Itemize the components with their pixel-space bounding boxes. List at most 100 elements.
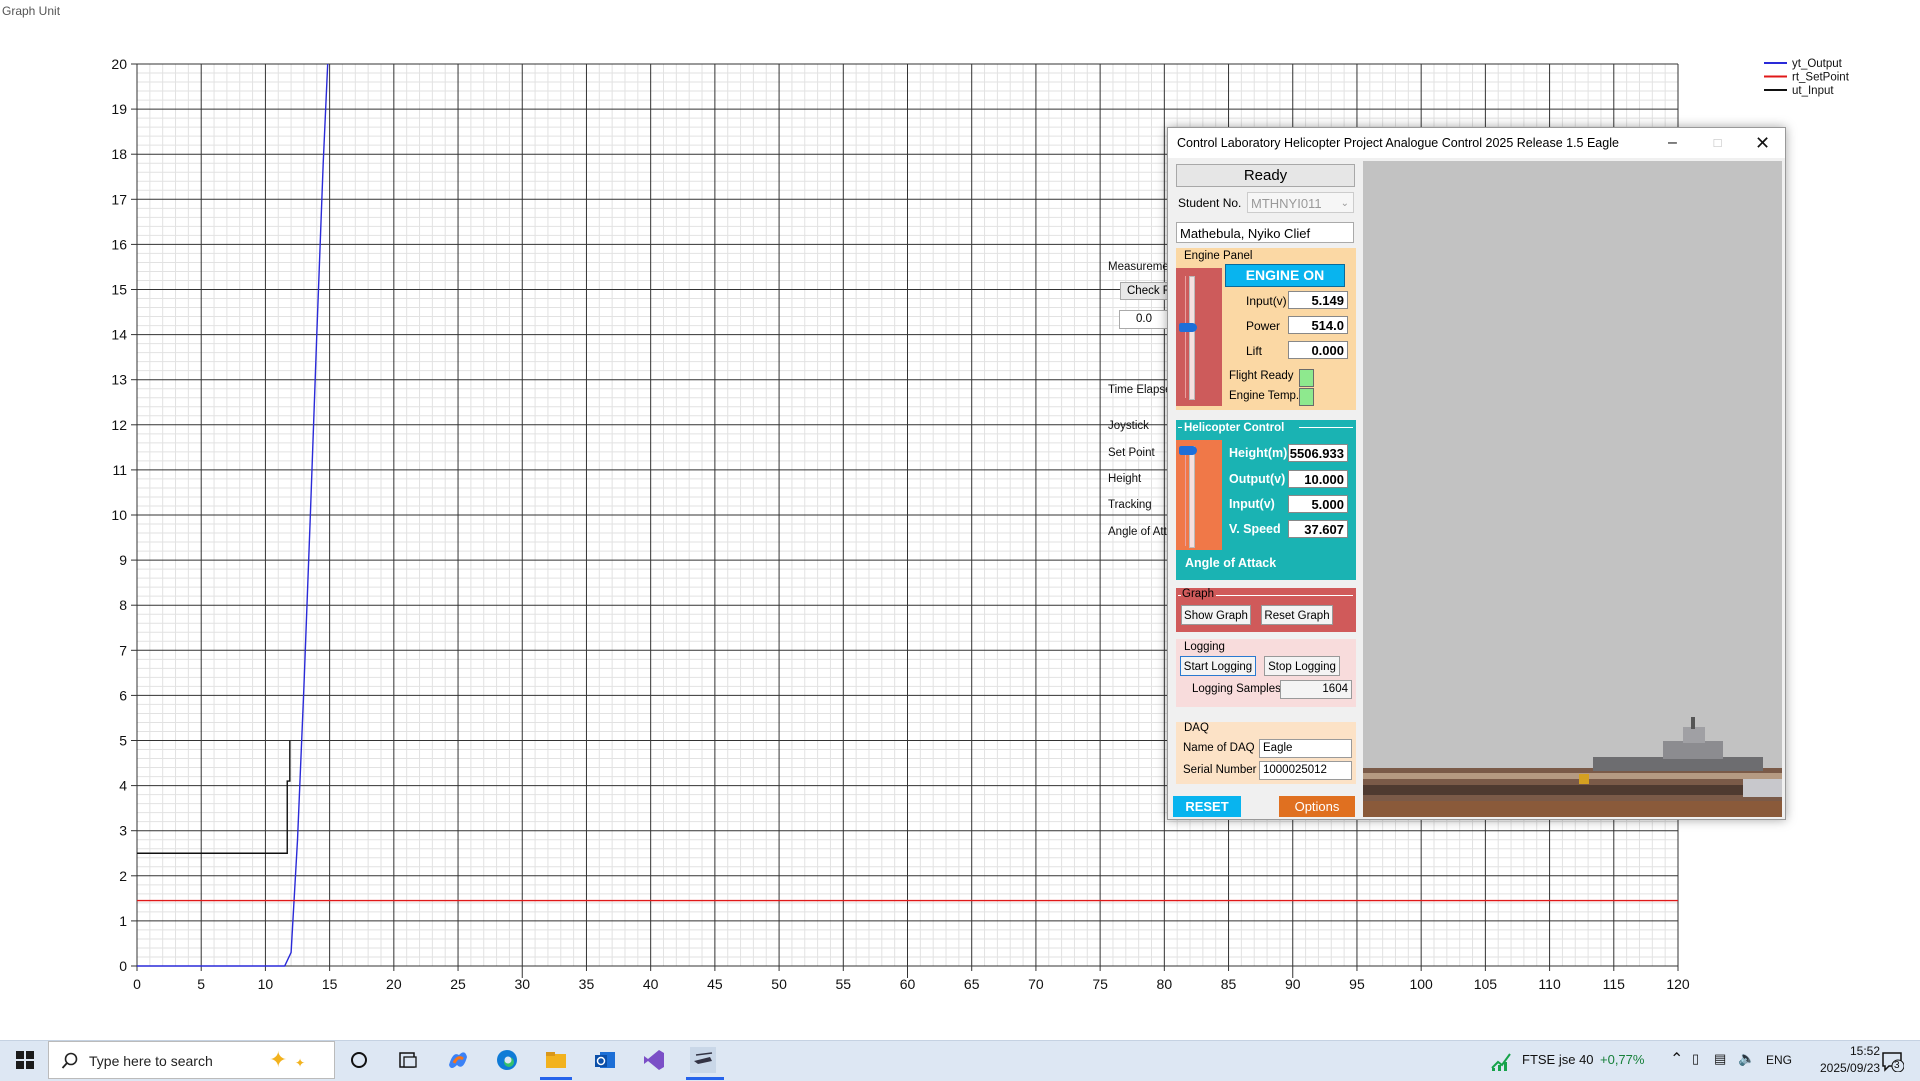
task-view-icon[interactable] (395, 1047, 421, 1073)
volume-icon[interactable]: 🔈 (1738, 1050, 1755, 1067)
minimize-button[interactable]: – (1650, 128, 1695, 158)
x-tick-label: 5 (197, 976, 205, 992)
engine-power-label: Power (1246, 319, 1281, 333)
output-v-label: Output(v) (1229, 472, 1286, 486)
helicopter-app-taskbar-icon[interactable] (690, 1047, 716, 1073)
engine-power-value: 514.0 (1288, 316, 1348, 334)
group-border (1178, 595, 1181, 596)
engine-on-button[interactable]: ENGINE ON (1225, 264, 1345, 287)
y-tick-label: 16 (111, 236, 127, 252)
x-tick-label: 80 (1157, 976, 1173, 992)
copilot-icon[interactable] (445, 1047, 471, 1073)
x-tick-label: 70 (1028, 976, 1044, 992)
heli-input-value: 5.000 (1288, 495, 1348, 513)
x-tick-label: 45 (707, 976, 723, 992)
x-tick-label: 55 (836, 976, 852, 992)
engine-temp-indicator (1299, 388, 1314, 406)
x-tick-label: 75 (1092, 976, 1108, 992)
group-border (1178, 427, 1182, 428)
clock-date[interactable]: 2025/09/23 (1820, 1061, 1880, 1075)
legend-label: rt_SetPoint (1792, 72, 1850, 84)
student-no-label: Student No. (1178, 196, 1242, 210)
heli-slider-thumb[interactable] (1179, 446, 1197, 455)
x-tick-label: 30 (514, 976, 530, 992)
student-name-field: Mathebula, Nyiko Clief (1176, 222, 1354, 243)
student-no-select[interactable]: MTHNYI011 ⌄ (1247, 192, 1354, 213)
logging-panel-title: Logging (1184, 641, 1225, 653)
copilot-sparkle-icon: ✦ (269, 1047, 288, 1072)
measurement-label: Measuremen (1108, 261, 1176, 273)
reset-button[interactable]: RESET (1173, 796, 1241, 817)
stock-change: +0,77% (1600, 1052, 1645, 1067)
x-tick-label: 20 (386, 976, 402, 992)
y-tick-label: 10 (111, 507, 127, 523)
x-tick-label: 40 (643, 976, 659, 992)
graph-panel-title: Graph (1182, 588, 1214, 600)
chevron-down-icon: ⌄ (1340, 198, 1349, 209)
tracking-label: Tracking (1108, 499, 1152, 511)
helicopter-control-window: Control Laboratory Helicopter Project An… (1167, 127, 1786, 820)
graph-panel: Graph Show Graph Reset Graph (1176, 588, 1356, 632)
heli-input-label: Input(v) (1229, 497, 1275, 511)
engine-panel: Engine Panel ENGINE ON Input(v) 5.149 Po… (1176, 248, 1356, 410)
show-graph-button[interactable]: Show Graph (1181, 605, 1251, 625)
x-tick-label: 0 (133, 976, 141, 992)
y-tick-label: 13 (111, 372, 127, 388)
language-indicator[interactable]: ENG (1766, 1053, 1792, 1067)
windows-logo-icon (16, 1051, 34, 1069)
outlook-icon[interactable] (592, 1047, 618, 1073)
engine-slider-thumb[interactable] (1179, 323, 1197, 333)
engine-panel-title: Engine Panel (1184, 250, 1253, 262)
group-border (1216, 595, 1353, 596)
output-value: 10.000 (1288, 470, 1348, 488)
y-tick-label: 8 (119, 597, 127, 613)
serial-number-label: Serial Number (1183, 764, 1257, 776)
x-tick-label: 85 (1221, 976, 1237, 992)
chevron-up-icon[interactable]: ⌃ (1670, 1049, 1683, 1069)
serial-number-field[interactable]: 1000025012 (1259, 761, 1352, 780)
student-no-value: MTHNYI011 (1251, 196, 1322, 211)
options-button[interactable]: Options (1279, 796, 1355, 817)
carrier-scene (1363, 161, 1782, 817)
x-tick-label: 90 (1285, 976, 1301, 992)
y-tick-label: 18 (111, 146, 127, 162)
engine-throttle-slider[interactable] (1176, 268, 1222, 406)
y-tick-label: 3 (119, 823, 127, 839)
title-bar[interactable]: Control Laboratory Helicopter Project An… (1168, 128, 1785, 158)
v-speed-label: V. Speed (1229, 522, 1281, 536)
x-tick-label: 60 (900, 976, 916, 992)
stop-logging-button[interactable]: Stop Logging (1264, 656, 1340, 676)
x-tick-label: 115 (1603, 976, 1626, 992)
maximize-button[interactable]: □ (1695, 128, 1740, 158)
engine-lift-value: 0.000 (1288, 341, 1348, 359)
start-logging-button[interactable]: Start Logging (1180, 656, 1256, 676)
file-explorer-icon[interactable] (543, 1047, 569, 1073)
height-value: 5506.933 (1288, 444, 1348, 462)
close-button[interactable]: ✕ (1740, 128, 1785, 158)
daq-name-label: Name of DAQ (1183, 742, 1255, 754)
engine-lift-label: Lift (1246, 344, 1263, 358)
angle-of-attack-label: Angle of Atta (1108, 526, 1174, 538)
edge-icon[interactable] (494, 1047, 520, 1073)
start-button[interactable] (12, 1047, 38, 1073)
set-point-label: Set Point (1108, 447, 1155, 459)
helicopter-slider[interactable] (1176, 440, 1222, 550)
cortana-icon[interactable] (346, 1047, 372, 1073)
y-tick-label: 20 (111, 56, 127, 72)
x-tick-label: 25 (450, 976, 466, 992)
taskbar-search[interactable]: Type here to search ✦ ✦ (48, 1041, 335, 1079)
heli-slider-rail (1185, 446, 1186, 546)
engine-temp-label: Engine Temp. (1229, 390, 1300, 402)
notification-icon[interactable] (1880, 1050, 1904, 1072)
clock-time[interactable]: 15:52 (1820, 1044, 1880, 1058)
visual-studio-icon[interactable] (641, 1047, 667, 1073)
battery-icon[interactable]: ▯ (1692, 1051, 1699, 1067)
stock-name[interactable]: FTSE jse 40 (1522, 1052, 1594, 1067)
measurement-value: 0.0 (1119, 310, 1169, 329)
y-tick-label: 15 (111, 282, 127, 298)
reset-graph-button[interactable]: Reset Graph (1261, 605, 1333, 625)
x-tick-label: 35 (579, 976, 595, 992)
network-icon[interactable]: ▤ (1714, 1051, 1726, 1067)
y-tick-label: 6 (119, 687, 127, 703)
daq-name-field[interactable]: Eagle (1259, 739, 1352, 758)
